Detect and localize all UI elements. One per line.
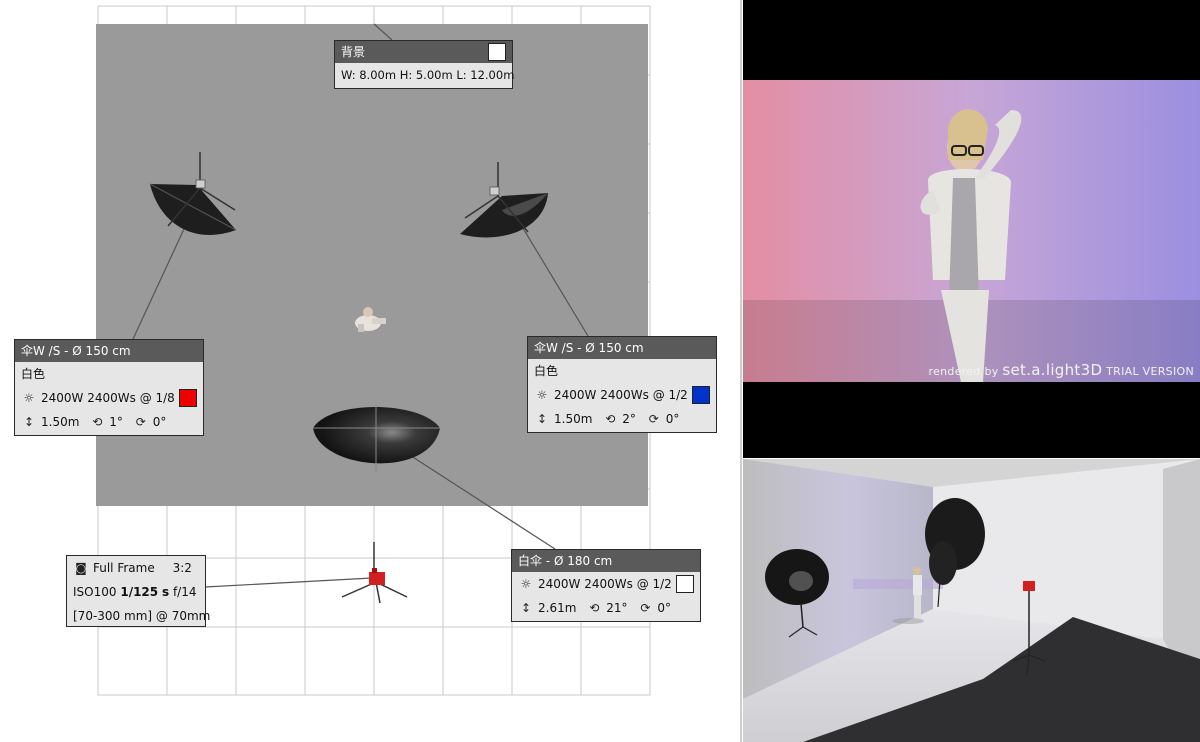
tilt-icon: ⟲ bbox=[92, 415, 103, 429]
light-left-power: 2400W 2400Ws @ 1/8 bbox=[41, 391, 175, 405]
camera-aspect: 3:2 bbox=[172, 561, 192, 575]
light-left-position-row: ↕ 1.50m ⟲ 1° ⟳ 0° bbox=[15, 410, 203, 434]
light-bottom-tilt: 21° bbox=[606, 601, 628, 615]
light-right-color-name: 白色 bbox=[534, 364, 559, 378]
light-right-info-box[interactable]: 伞W /S - Ø 150 cm 白色 ☼ 2400W 2400Ws @ 1/2 … bbox=[527, 336, 717, 433]
backdrop-info-header: 背景 bbox=[335, 41, 512, 63]
light-left-power-row: ☼ 2400W 2400Ws @ 1/8 bbox=[15, 386, 203, 410]
watermark-brand-suffix: 3D bbox=[1080, 361, 1103, 379]
light-bottom-info-box[interactable]: 白伞 - Ø 180 cm ☼ 2400W 2400Ws @ 1/2 ↕ 2.61m… bbox=[511, 549, 701, 622]
light-left-header: 伞W /S - Ø 150 cm bbox=[15, 340, 203, 362]
camera-shutter-unit: s bbox=[161, 585, 170, 599]
light-right-rotation: 0° bbox=[665, 412, 680, 426]
panel-divider[interactable] bbox=[740, 0, 742, 742]
light-left-title: 伞W /S - Ø 150 cm bbox=[21, 344, 131, 358]
light-right-height: 1.50m bbox=[554, 412, 593, 426]
light-bottom-header: 白伞 - Ø 180 cm bbox=[512, 550, 700, 572]
light-right-power-row: ☼ 2400W 2400Ws @ 1/2 bbox=[528, 383, 716, 407]
render-preview[interactable]: rendered by set.a.light3D TRIAL VERSION bbox=[743, 0, 1200, 458]
backdrop-color-swatch[interactable] bbox=[488, 43, 506, 61]
sun-icon: ☼ bbox=[536, 388, 548, 402]
light-bottom-rotation: 0° bbox=[657, 601, 671, 615]
light-right-color-swatch[interactable] bbox=[692, 386, 710, 404]
camera-info-box[interactable]: ◙ Full Frame 3:2 ISO100 1/125 s f/14 [70-… bbox=[66, 555, 211, 627]
light-left-height: 1.50m bbox=[41, 415, 80, 429]
camera-sensor: Full Frame bbox=[93, 561, 155, 575]
light-bottom-title: 白伞 - Ø 180 cm bbox=[518, 554, 613, 568]
camera-iso: ISO100 bbox=[73, 585, 117, 599]
rotation-icon: ⟳ bbox=[648, 412, 659, 426]
light-left-tilt: 1° bbox=[109, 415, 123, 429]
light-left-info-box[interactable]: 伞W /S - Ø 150 cm 白色 ☼ 2400W 2400Ws @ 1/8 … bbox=[14, 339, 204, 436]
sun-icon: ☼ bbox=[520, 577, 532, 591]
light-right-power: 2400W 2400Ws @ 1/2 bbox=[554, 388, 688, 402]
light-left-rotation: 0° bbox=[152, 415, 167, 429]
camera-shutter: 1/125 bbox=[120, 585, 159, 599]
light-bottom-height: 2.61m bbox=[538, 601, 577, 615]
tilt-icon: ⟲ bbox=[589, 601, 600, 615]
backdrop-dimensions: W: 8.00m H: 5.00m L: 12.00m bbox=[341, 68, 515, 82]
height-icon: ↕ bbox=[536, 412, 548, 426]
watermark-prefix: rendered by bbox=[928, 365, 999, 378]
light-bottom-power-row: ☼ 2400W 2400Ws @ 1/2 bbox=[512, 572, 700, 596]
rotation-icon: ⟳ bbox=[135, 415, 146, 429]
light-right-tilt: 2° bbox=[622, 412, 636, 426]
sun-icon: ☼ bbox=[23, 391, 35, 405]
light-left-color-name: 白色 bbox=[21, 367, 46, 381]
camera-aperture: f/14 bbox=[172, 585, 197, 599]
light-right-header: 伞W /S - Ø 150 cm bbox=[528, 337, 716, 359]
backdrop-info-box[interactable]: 背景 W: 8.00m H: 5.00m L: 12.00m bbox=[334, 40, 515, 89]
light-right-title: 伞W /S - Ø 150 cm bbox=[534, 341, 644, 355]
light-bottom-color-swatch[interactable] bbox=[676, 575, 694, 593]
render-watermark: rendered by set.a.light3D TRIAL VERSION bbox=[929, 361, 1194, 379]
height-icon: ↕ bbox=[23, 415, 35, 429]
light-right-position-row: ↕ 1.50m ⟲ 2° ⟳ 0° bbox=[528, 407, 716, 431]
light-bottom-power: 2400W 2400Ws @ 1/2 bbox=[538, 577, 672, 591]
camera-exposure-row: ISO100 1/125 s f/14 bbox=[67, 580, 205, 604]
floor-plan-view[interactable]: 背景 W: 8.00m H: 5.00m L: 12.00m 伞W /S - Ø… bbox=[0, 0, 740, 742]
rotation-icon: ⟳ bbox=[640, 601, 651, 615]
camera-sensor-row: ◙ Full Frame 3:2 bbox=[67, 556, 205, 580]
render-image bbox=[743, 0, 1200, 458]
watermark-brand: set.a.light bbox=[1002, 361, 1081, 379]
light-bottom-position-row: ↕ 2.61m ⟲ 21° ⟳ 0° bbox=[512, 596, 700, 620]
studio-3d-scene bbox=[743, 459, 1200, 742]
light-left-color-swatch[interactable] bbox=[179, 389, 197, 407]
studio-3d-view[interactable] bbox=[743, 459, 1200, 742]
backdrop-title: 背景 bbox=[341, 45, 366, 59]
camera-lens: [70-300 mm] @ 70mm bbox=[73, 609, 211, 623]
watermark-trial: TRIAL VERSION bbox=[1106, 365, 1194, 378]
height-icon: ↕ bbox=[520, 601, 532, 615]
tilt-icon: ⟲ bbox=[605, 412, 616, 426]
camera-icon: ◙ bbox=[75, 561, 87, 575]
